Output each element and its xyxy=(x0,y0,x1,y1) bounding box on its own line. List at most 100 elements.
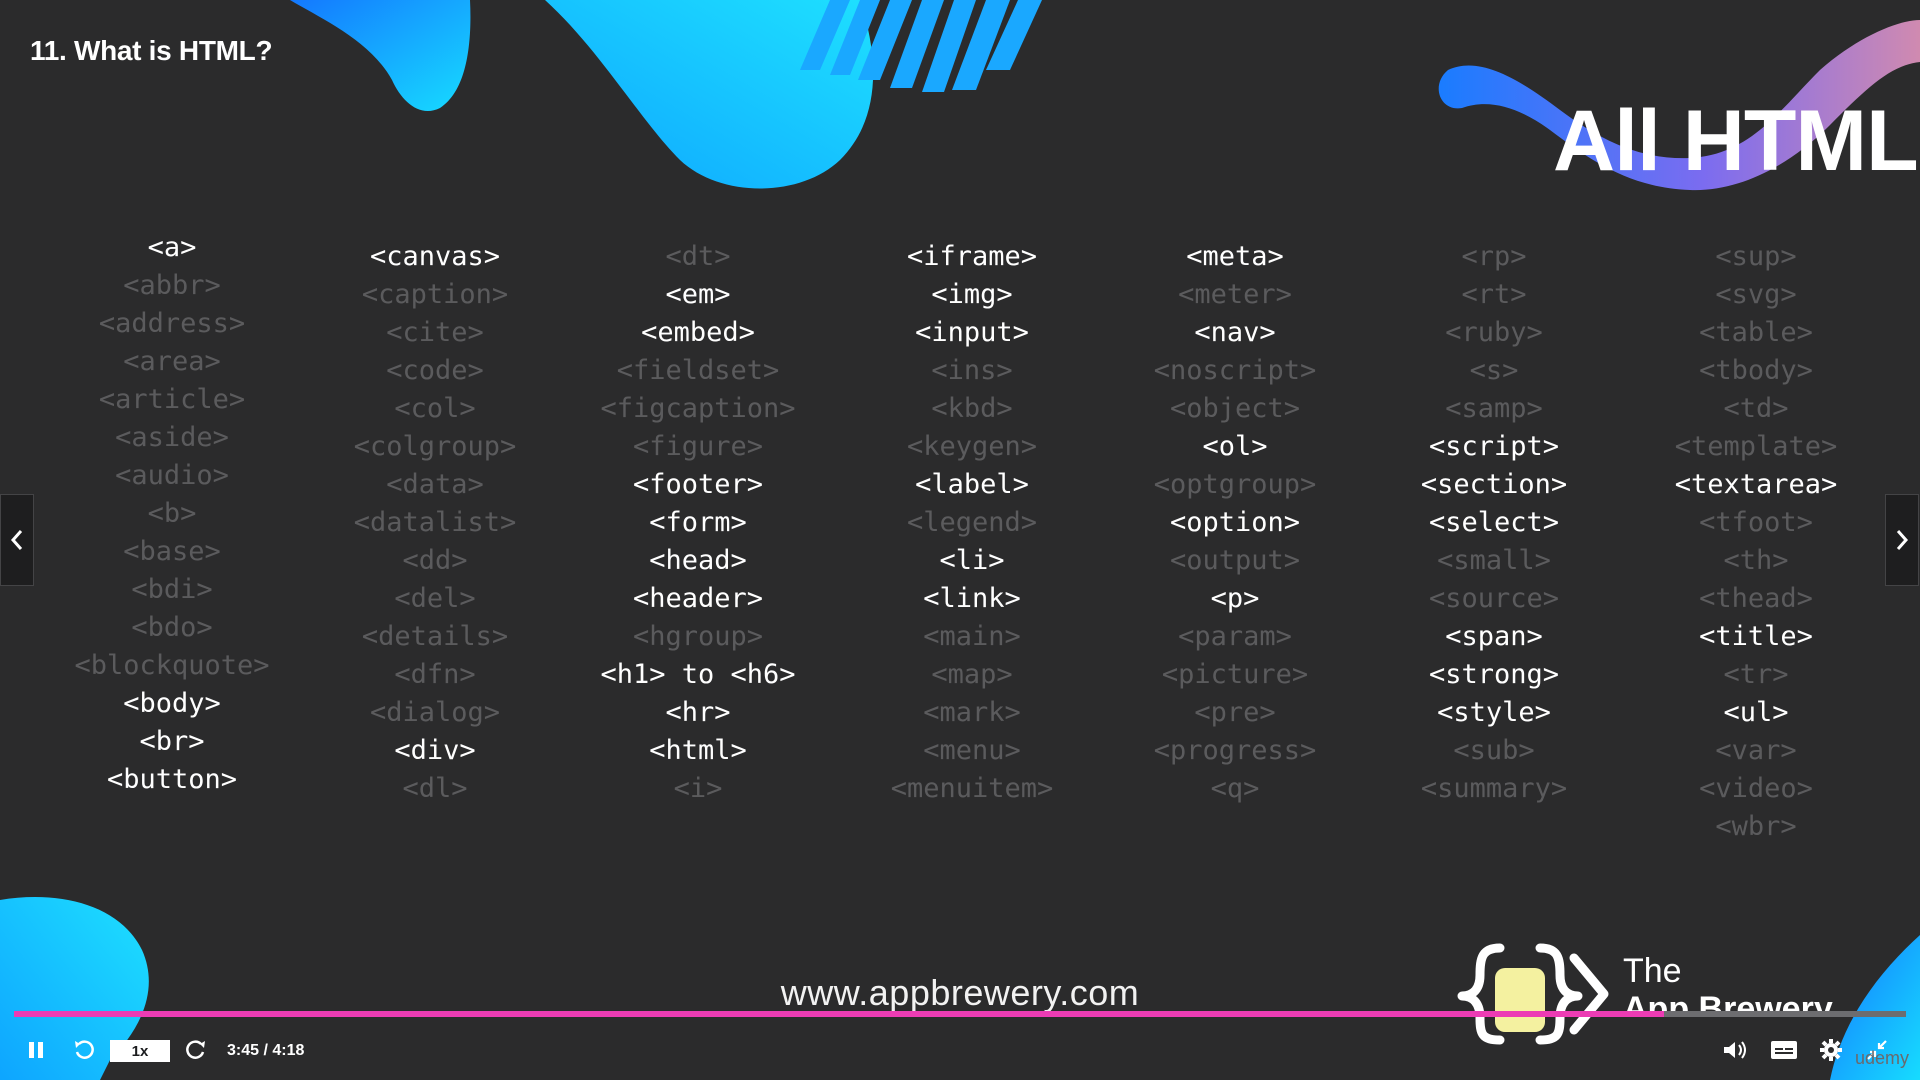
html-tag: <canvas> xyxy=(369,241,501,272)
tag-column: <canvas> <caption> <cite> <code> <col> <colgr… xyxy=(305,238,565,808)
html-tag: <ruby> xyxy=(1445,317,1543,348)
html-tag: <address> xyxy=(98,308,246,339)
udemy-watermark: udemy xyxy=(1855,1048,1910,1068)
html-tag: <article> xyxy=(98,384,246,415)
tag-column: <iframe> <img> <input> <ins> <kbd> <keygen> <l… xyxy=(842,238,1102,808)
html-tag: <input> xyxy=(915,317,1029,348)
html-tag: <dialog> xyxy=(369,697,501,728)
html-tag: <figcaption> xyxy=(600,393,796,424)
html-tag: <nav> xyxy=(1194,317,1276,348)
html-tag: <sup> xyxy=(1715,241,1797,272)
forward-5-icon xyxy=(186,1040,205,1059)
tag-column: <dt> <em> <embed> <fieldset> <figcaption> <fi… xyxy=(568,238,828,808)
html-tag: <form> xyxy=(649,507,747,538)
html-tag: <main> xyxy=(923,621,1021,652)
html-tag: <div> xyxy=(394,735,476,766)
html-tag: <bdo> xyxy=(131,612,213,643)
html-tag: <br> xyxy=(139,726,205,757)
html-tag: <summary> xyxy=(1420,773,1568,804)
settings-button[interactable] xyxy=(1814,1030,1848,1070)
html-tag: <footer> xyxy=(632,469,764,500)
html-tag: <col> xyxy=(394,393,476,424)
html-tag: <textarea> xyxy=(1674,469,1838,500)
html-tag: <tr> xyxy=(1723,659,1789,690)
progress-bar-fill xyxy=(14,1011,1664,1017)
tag-column: <sup> <svg> <table> <tbody> <td> <template> <t… xyxy=(1626,238,1886,846)
html-tag: <iframe> xyxy=(906,241,1038,272)
html-tag: <span> xyxy=(1445,621,1543,652)
blob-top-left xyxy=(290,0,471,112)
html-tag: <del> xyxy=(394,583,476,614)
html-tag: <legend> xyxy=(906,507,1038,538)
html-tag: <colgroup> xyxy=(353,431,517,462)
html-tag: <button> xyxy=(106,764,238,795)
html-tag: <meta> xyxy=(1186,241,1284,272)
html-tag: <th> xyxy=(1723,545,1789,576)
volume-button[interactable] xyxy=(1718,1030,1752,1070)
html-tag: <optgroup> xyxy=(1153,469,1317,500)
html-tag: <caption> xyxy=(361,279,509,310)
captions-button[interactable] xyxy=(1766,1030,1802,1070)
html-tag: <li> xyxy=(939,545,1005,576)
html-tag: <aside> xyxy=(115,422,229,453)
tag-column: <a> <abbr> <address> <area> <article> <aside>… xyxy=(42,229,302,799)
progress-bar[interactable] xyxy=(14,1011,1906,1017)
html-tag: <style> xyxy=(1437,697,1551,728)
html-tag: <area> xyxy=(123,346,221,377)
html-tag: <progress> xyxy=(1153,735,1317,766)
html-tag: <ins> xyxy=(931,355,1013,386)
html-tag: <pre> xyxy=(1194,697,1276,728)
pause-button[interactable] xyxy=(20,1030,52,1070)
html-tag: <code> xyxy=(386,355,484,386)
html-tag: <details> xyxy=(361,621,509,652)
html-tag: <i> xyxy=(673,773,723,804)
html-tag: <label> xyxy=(915,469,1029,500)
html-tag: <rp> xyxy=(1461,241,1527,272)
html-tag: <output> xyxy=(1169,545,1301,576)
settings-icon xyxy=(1820,1039,1842,1061)
forward-button[interactable] xyxy=(180,1030,212,1070)
playback-speed-button[interactable]: 1x xyxy=(110,1040,170,1062)
html-tag: <data> xyxy=(386,469,484,500)
html-tag: <mark> xyxy=(923,697,1021,728)
html-tag: <strong> xyxy=(1428,659,1560,690)
html-tag: <dt> xyxy=(665,241,731,272)
html-tag: <svg> xyxy=(1715,279,1797,310)
html-tag: <source> xyxy=(1428,583,1560,614)
html-tag: <hr> xyxy=(665,697,731,728)
html-tag: <fieldset> xyxy=(616,355,780,386)
html-tag: <small> xyxy=(1437,545,1551,576)
next-lecture-button[interactable] xyxy=(1885,494,1919,586)
html-tag: <option> xyxy=(1169,507,1301,538)
html-tag: <section> xyxy=(1420,469,1568,500)
html-tag: <blockquote> xyxy=(74,650,270,681)
html-tag: <datalist> xyxy=(353,507,517,538)
html-tag: <dfn> xyxy=(394,659,476,690)
html-tag: <table> xyxy=(1699,317,1813,348)
html-tag: <menu> xyxy=(923,735,1021,766)
rewind-5-icon xyxy=(75,1040,94,1059)
html-tag: <p> xyxy=(1210,583,1260,614)
html-tag: <em> xyxy=(665,279,731,310)
pause-icon xyxy=(29,1042,43,1058)
html-tag: <wbr> xyxy=(1715,811,1797,842)
html-tag: <img> xyxy=(931,279,1013,310)
html-tag: <link> xyxy=(923,583,1021,614)
html-tag: <template> xyxy=(1674,431,1838,462)
captions-icon xyxy=(1771,1041,1797,1059)
previous-lecture-button[interactable] xyxy=(0,494,34,586)
html-tag: <h1> to <h6> xyxy=(600,659,796,690)
html-tag: <tfoot> xyxy=(1699,507,1813,538)
html-tag: <bdi> xyxy=(131,574,213,605)
html-tag: <s> xyxy=(1469,355,1519,386)
rewind-button[interactable] xyxy=(68,1030,100,1070)
chevron-right-icon xyxy=(1896,530,1909,550)
html-tag: <hgroup> xyxy=(632,621,764,652)
html-tag: <a> xyxy=(147,232,197,263)
html-tag: <kbd> xyxy=(931,393,1013,424)
chevron-left-icon xyxy=(10,530,23,550)
html-tag: <noscript> xyxy=(1153,355,1317,386)
html-tag: <rt> xyxy=(1461,279,1527,310)
tag-column: <meta> <meter> <nav> <noscript> <object> <ol>… xyxy=(1105,238,1365,808)
html-tag: <body> xyxy=(123,688,221,719)
